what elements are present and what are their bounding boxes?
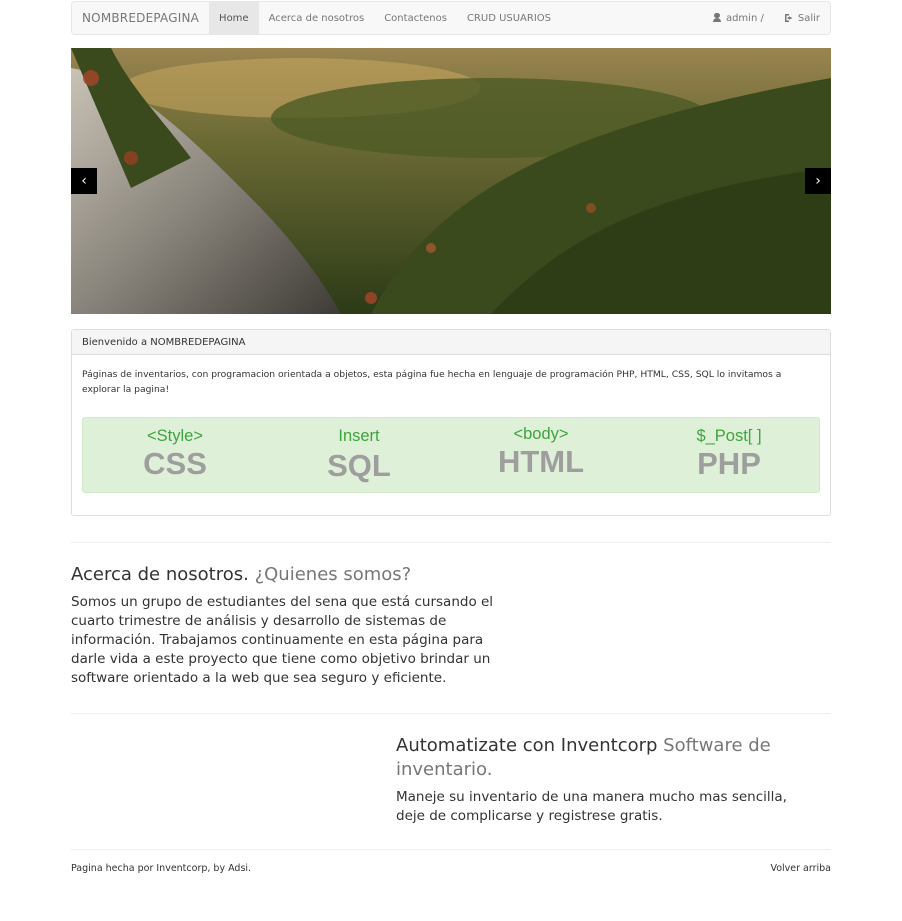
- user-menu[interactable]: admin /: [702, 2, 774, 34]
- tech-tag: <Style>: [147, 427, 203, 445]
- tech-php: $_Post[ ] PHP: [649, 426, 809, 482]
- tech-sql: Insert SQL: [279, 426, 439, 484]
- automate-title: Automatizate con Inventcorp: [396, 735, 658, 756]
- about-text: Somos un grupo de estudiantes del sena q…: [71, 594, 494, 686]
- back-to-top-link[interactable]: Volver arriba: [770, 863, 831, 874]
- about-section: Acerca de nosotros. ¿Quienes somos? Somo…: [71, 563, 511, 688]
- panel-body: Páginas de inventarios, con programacion…: [72, 355, 830, 505]
- tech-name: HTML: [497, 444, 585, 479]
- tech-name: PHP: [697, 446, 761, 481]
- tech-tag: <body>: [513, 425, 569, 443]
- user-icon: [712, 13, 722, 23]
- tech-name: CSS: [143, 446, 207, 481]
- automate-text: Maneje su inventario de una manera mucho…: [396, 789, 787, 824]
- nav-about[interactable]: Acerca de nosotros: [259, 2, 375, 34]
- tech-css: <Style> CSS: [95, 426, 255, 482]
- automate-heading: Automatizate con Inventcorp Software de …: [396, 734, 816, 782]
- footer-credit: Pagina hecha por Inventcorp, by Adsi.: [71, 863, 252, 874]
- panel-text: Páginas de inventarios, con programacion…: [82, 369, 782, 395]
- welcome-panel: Bienvenido a NOMBREDEPAGINA Páginas de i…: [71, 329, 831, 516]
- about-title: Acerca de nosotros.: [71, 564, 249, 585]
- user-label: admin /: [725, 12, 764, 24]
- panel-heading: Bienvenido a NOMBREDEPAGINA: [72, 330, 830, 355]
- carousel-prev-button[interactable]: ‹: [71, 168, 97, 194]
- logout-link[interactable]: Salir: [774, 2, 830, 34]
- nav-right: admin / Salir: [702, 2, 830, 34]
- footer: Pagina hecha por Inventcorp, by Adsi. Vo…: [71, 863, 831, 874]
- nav-home[interactable]: Home: [209, 2, 259, 34]
- tech-tag: Insert: [338, 427, 380, 445]
- tech-tag: $_Post[ ]: [696, 427, 762, 445]
- automate-section: Automatizate con Inventcorp Software de …: [396, 734, 816, 826]
- logout-label: Salir: [797, 12, 820, 24]
- brand-link[interactable]: NOMBREDEPAGINA: [72, 2, 209, 34]
- logout-icon: [784, 13, 794, 23]
- landscape-image: [71, 48, 831, 314]
- carousel-next-button[interactable]: ›: [805, 168, 831, 194]
- divider: [71, 713, 831, 714]
- divider: [71, 542, 831, 543]
- nav-contact[interactable]: Contactenos: [374, 2, 457, 34]
- tech-box: <Style> CSS Insert SQL <body> HTML $_Pos…: [82, 417, 820, 493]
- navbar: NOMBREDEPAGINA Home Acerca de nosotros C…: [71, 1, 831, 35]
- about-heading: Acerca de nosotros. ¿Quienes somos?: [71, 563, 511, 587]
- tech-name: SQL: [327, 448, 391, 483]
- divider: [71, 849, 831, 850]
- image-carousel: ‹ ›: [71, 48, 831, 314]
- nav-crud-users[interactable]: CRUD USUARIOS: [457, 2, 561, 34]
- tech-html: <body> HTML: [461, 424, 621, 480]
- nav-links: Home Acerca de nosotros Contactenos CRUD…: [209, 2, 561, 34]
- about-subtitle: ¿Quienes somos?: [254, 564, 412, 585]
